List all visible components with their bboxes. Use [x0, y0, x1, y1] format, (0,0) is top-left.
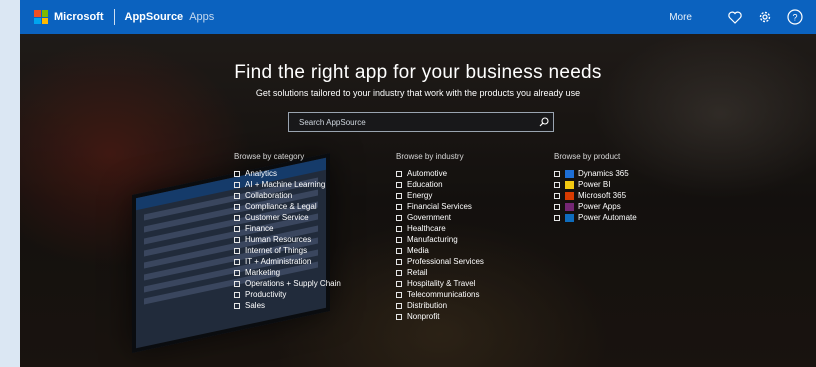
hero-subtitle: Get solutions tailored to your industry … [255, 88, 581, 98]
power-bi-icon [565, 180, 574, 189]
search-icon[interactable] [535, 113, 553, 131]
checkbox[interactable] [396, 192, 402, 199]
microsoft-logo[interactable]: Microsoft [34, 10, 104, 24]
checkbox[interactable] [396, 302, 402, 309]
dynamics-365-icon [565, 169, 574, 178]
product-item[interactable]: Power BI [554, 179, 637, 190]
category-item[interactable]: Human Resources [234, 234, 341, 245]
industry-item[interactable]: Nonprofit [396, 311, 484, 322]
checkbox[interactable] [396, 181, 402, 188]
product-heading: Browse by product [554, 152, 621, 161]
checkbox[interactable] [234, 214, 240, 221]
microsoft-365-icon [565, 191, 574, 200]
product-item[interactable]: Dynamics 365 [554, 168, 637, 179]
search-input[interactable] [289, 113, 535, 131]
checkbox[interactable] [234, 181, 240, 188]
industry-item[interactable]: Government [396, 212, 484, 223]
checkbox[interactable] [554, 192, 560, 199]
brand-name: Microsoft [54, 11, 104, 23]
checkbox[interactable] [234, 192, 240, 199]
more-link[interactable]: More [669, 12, 692, 23]
category-item[interactable]: Finance [234, 223, 341, 234]
checkbox[interactable] [234, 170, 240, 177]
industry-item[interactable]: Telecommunications [396, 289, 484, 300]
checkbox[interactable] [396, 291, 402, 298]
category-item[interactable]: Productivity [234, 289, 341, 300]
header-divider [113, 9, 115, 25]
checkbox[interactable] [396, 214, 402, 221]
checkbox[interactable] [234, 236, 240, 243]
checkbox[interactable] [554, 214, 560, 221]
checkbox[interactable] [234, 291, 240, 298]
power-apps-icon [565, 202, 574, 211]
checkbox[interactable] [396, 258, 402, 265]
checkbox[interactable] [396, 170, 402, 177]
industry-heading: Browse by industry [396, 152, 464, 161]
category-item[interactable]: Compliance & Legal [234, 201, 341, 212]
checkbox[interactable] [234, 258, 240, 265]
checkbox[interactable] [396, 269, 402, 276]
search-box [288, 112, 554, 132]
checkbox[interactable] [234, 302, 240, 309]
industry-item[interactable]: Financial Services [396, 201, 484, 212]
app-section-link[interactable]: Apps [189, 11, 214, 23]
product-column: Browse by product Dynamics 365 Power BI … [554, 152, 637, 223]
hero-title: Find the right app for your business nee… [234, 62, 602, 83]
checkbox[interactable] [234, 280, 240, 287]
industry-column: Browse by industry Automotive Education … [396, 152, 484, 322]
category-item[interactable]: AI + Machine Learning [234, 179, 341, 190]
category-item[interactable]: Internet of Things [234, 245, 341, 256]
category-column: Browse by category Analytics AI + Machin… [234, 152, 341, 311]
top-navigation-bar: Microsoft AppSource Apps More ? [20, 0, 816, 34]
category-item[interactable]: Sales [234, 300, 341, 311]
checkbox[interactable] [234, 269, 240, 276]
category-item[interactable]: IT + Administration [234, 256, 341, 267]
checkbox[interactable] [396, 225, 402, 232]
app-frame: Microsoft AppSource Apps More ? Find the… [20, 0, 816, 367]
industry-item[interactable]: Education [396, 179, 484, 190]
industry-item[interactable]: Retail [396, 267, 484, 278]
category-heading: Browse by category [234, 152, 305, 161]
checkbox[interactable] [234, 203, 240, 210]
product-item[interactable]: Microsoft 365 [554, 190, 637, 201]
industry-item[interactable]: Media [396, 245, 484, 256]
help-icon[interactable]: ? [786, 8, 804, 26]
power-automate-icon [565, 213, 574, 222]
checkbox[interactable] [396, 280, 402, 287]
checkbox[interactable] [396, 313, 402, 320]
industry-item[interactable]: Hospitality & Travel [396, 278, 484, 289]
category-item[interactable]: Collaboration [234, 190, 341, 201]
checkbox[interactable] [396, 236, 402, 243]
microsoft-logo-icon [34, 10, 48, 24]
svg-text:?: ? [792, 13, 797, 23]
industry-item[interactable]: Professional Services [396, 256, 484, 267]
heart-icon[interactable] [726, 8, 744, 26]
industry-item[interactable]: Energy [396, 190, 484, 201]
category-item[interactable]: Operations + Supply Chain [234, 278, 341, 289]
checkbox[interactable] [554, 203, 560, 210]
industry-item[interactable]: Distribution [396, 300, 484, 311]
header-actions: More ? [669, 0, 816, 34]
checkbox[interactable] [554, 181, 560, 188]
industry-item[interactable]: Healthcare [396, 223, 484, 234]
product-item[interactable]: Power Apps [554, 201, 637, 212]
checkbox[interactable] [234, 225, 240, 232]
industry-item[interactable]: Automotive [396, 168, 484, 179]
app-name-link[interactable]: AppSource [125, 11, 184, 23]
settings-icon[interactable] [756, 8, 774, 26]
checkbox[interactable] [396, 203, 402, 210]
industry-item[interactable]: Manufacturing [396, 234, 484, 245]
checkbox[interactable] [554, 170, 560, 177]
checkbox[interactable] [396, 247, 402, 254]
product-item[interactable]: Power Automate [554, 212, 637, 223]
checkbox[interactable] [234, 247, 240, 254]
category-item[interactable]: Analytics [234, 168, 341, 179]
category-item[interactable]: Customer Service [234, 212, 341, 223]
category-item[interactable]: Marketing [234, 267, 341, 278]
